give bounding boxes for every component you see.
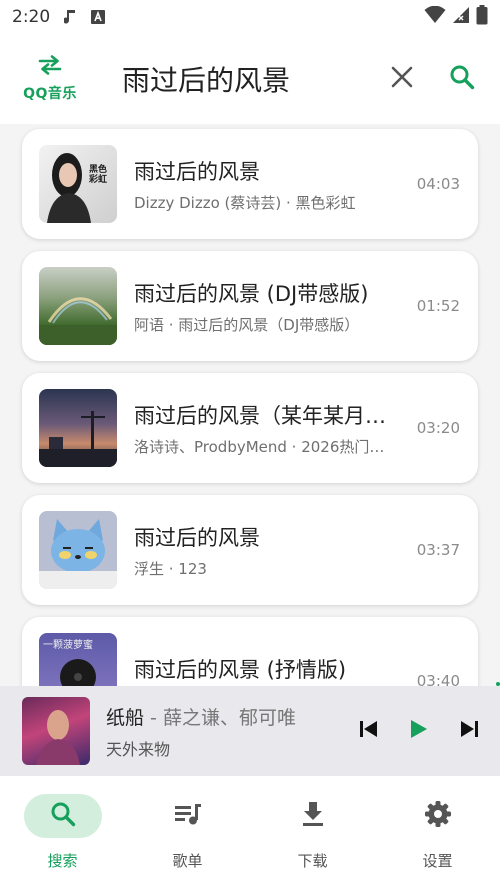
song-info: 雨过后的风景 浮生 · 123 (134, 522, 407, 579)
download-icon (302, 801, 324, 831)
song-duration: 03:37 (416, 541, 460, 559)
album-cover: 黑色彩虹 (39, 145, 117, 223)
font-icon (90, 9, 106, 25)
nav-search[interactable]: 搜索 (0, 776, 125, 888)
song-info: 雨过后的风景 (DJ带感版) 阿语 · 雨过后的风景（DJ带感版） (134, 278, 407, 335)
swap-icon (37, 55, 63, 79)
status-time: 2:20 (12, 7, 51, 27)
player-title: 纸船 (106, 706, 145, 729)
player-cover (22, 697, 90, 765)
song-card[interactable]: 一颗菠萝蜜 雨过后的风景 (抒情版) 03:40 (22, 617, 478, 686)
song-subtitle: 阿语 · 雨过后的风景（DJ带感版） (134, 315, 360, 334)
player-controls (344, 706, 494, 756)
song-title: 雨过后的风景 (抒情版) (134, 658, 347, 682)
player-title-line: 纸船 - 薛之谦、郁可唯 (106, 703, 344, 730)
search-button[interactable] (432, 49, 492, 109)
nav-settings-label: 设置 (422, 852, 453, 870)
wifi-icon (424, 5, 446, 28)
search-icon (449, 64, 475, 94)
player-album: 天外来物 (106, 739, 171, 759)
song-subtitle: 浮生 · 123 (134, 559, 207, 578)
song-subtitle: 洛诗诗、ProdbyMend · 2026热门… (134, 437, 385, 456)
nav-playlist[interactable]: 歌单 (125, 776, 250, 888)
gear-icon (424, 800, 452, 832)
song-card[interactable]: 雨过后的风景 浮生 · 123 03:37 (22, 495, 478, 605)
album-cover (39, 389, 117, 467)
skip-previous-icon (359, 720, 379, 742)
brand-name: QQ音乐 (23, 86, 77, 102)
song-card[interactable]: 黑色彩虹 雨过后的风景 Dizzy Dizzo (蔡诗芸) · 黑色彩虹 04:… (22, 129, 478, 239)
album-cover: 一颗菠萝蜜 (39, 633, 117, 686)
search-header: QQ音乐 雨过后的风景 (0, 34, 500, 124)
signal-icon (452, 6, 470, 28)
search-icon (50, 801, 76, 831)
song-info: 雨过后的风景 Dizzy Dizzo (蔡诗芸) · 黑色彩虹 (134, 156, 407, 213)
close-icon (391, 66, 413, 92)
cover-text: 黑色彩虹 (89, 165, 108, 185)
results-list[interactable]: 黑色彩虹 雨过后的风景 Dizzy Dizzo (蔡诗芸) · 黑色彩虹 04:… (0, 124, 500, 686)
nav-search-label: 搜索 (47, 852, 78, 870)
song-title: 雨过后的风景（某年某月… (134, 403, 386, 428)
mini-player[interactable]: 纸船 - 薛之谦、郁可唯 天外来物 (0, 686, 500, 776)
song-info: 雨过后的风景 (抒情版) (134, 654, 407, 686)
music-note-icon (64, 8, 78, 26)
bottom-nav: 搜索 歌单 下载 设置 (0, 776, 500, 888)
nav-download-label: 下载 (297, 852, 328, 870)
nav-download[interactable]: 下载 (250, 776, 375, 888)
song-card[interactable]: 雨过后的风景 (DJ带感版) 阿语 · 雨过后的风景（DJ带感版） 01:52 (22, 251, 478, 361)
nav-settings-pill (399, 794, 477, 838)
play-button[interactable] (394, 706, 444, 756)
song-card[interactable]: 雨过后的风景（某年某月… 洛诗诗、ProdbyMend · 2026热门… 03… (22, 373, 478, 483)
song-title: 雨过后的风景 (134, 159, 260, 184)
brand-switch[interactable]: QQ音乐 (0, 55, 100, 103)
previous-button[interactable] (344, 706, 394, 756)
song-info: 雨过后的风景（某年某月… 洛诗诗、ProdbyMend · 2026热门… (134, 400, 407, 457)
nav-search-pill (23, 794, 102, 838)
search-query[interactable]: 雨过后的风景 (100, 59, 372, 99)
song-title: 雨过后的风景 (134, 525, 260, 550)
song-subtitle: Dizzy Dizzo (蔡诗芸) · 黑色彩虹 (134, 193, 356, 212)
skip-next-icon (459, 720, 479, 742)
playlist-music-icon (174, 802, 202, 830)
player-artist: - 薛之谦、郁可唯 (144, 706, 296, 729)
nav-playlist-label: 歌单 (172, 852, 203, 870)
status-bar: 2:20 (0, 0, 500, 34)
album-cover (39, 511, 117, 589)
nav-playlist-pill (149, 794, 227, 838)
clear-button[interactable] (372, 49, 432, 109)
song-title: 雨过后的风景 (DJ带感版) (134, 281, 369, 306)
nav-settings[interactable]: 设置 (375, 776, 500, 888)
play-icon (410, 719, 428, 743)
next-button[interactable] (444, 706, 494, 756)
album-cover (39, 267, 117, 345)
cover-text: 一颗菠萝蜜 (43, 640, 93, 651)
song-duration: 04:03 (416, 175, 460, 193)
nav-download-pill (274, 794, 352, 838)
song-duration: 01:52 (416, 297, 460, 315)
song-duration: 03:40 (416, 672, 460, 686)
player-info: 纸船 - 薛之谦、郁可唯 天外来物 (106, 703, 344, 760)
song-duration: 03:20 (416, 419, 460, 437)
battery-icon (476, 5, 488, 29)
